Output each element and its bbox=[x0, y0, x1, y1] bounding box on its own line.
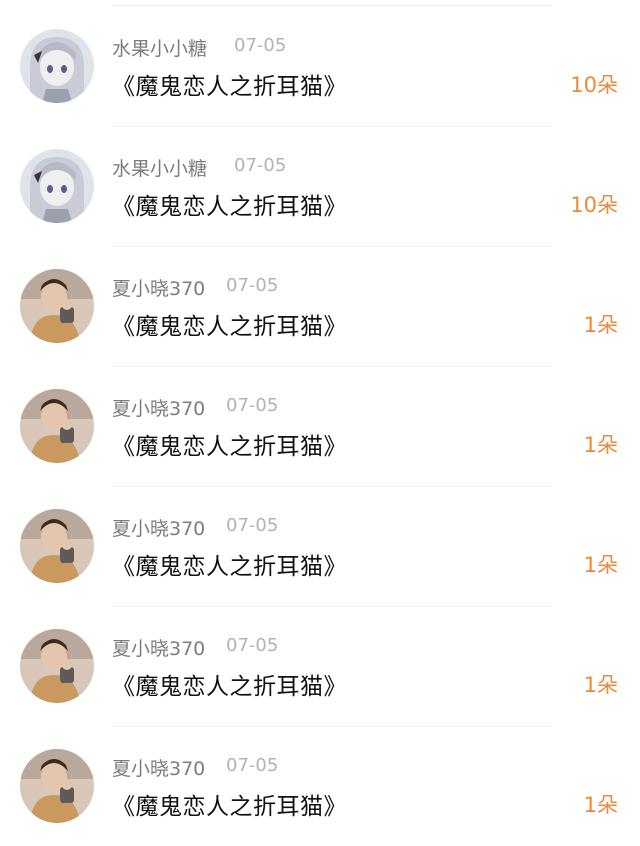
username[interactable]: 夏小晓370 bbox=[112, 634, 205, 661]
timestamp: 07-05 bbox=[226, 515, 279, 536]
timestamp: 07-05 bbox=[226, 755, 279, 776]
list-item[interactable]: 夏小晓370 07-05 《魔鬼恋人之折耳猫》 1朵 bbox=[0, 366, 640, 486]
user-avatar[interactable] bbox=[20, 629, 94, 703]
timestamp: 07-05 bbox=[234, 35, 287, 56]
list-item[interactable]: 夏小晓370 07-05 《魔鬼恋人之折耳猫》 1朵 bbox=[0, 726, 640, 846]
gift-title: 《魔鬼恋人之折耳猫》 bbox=[112, 74, 347, 100]
username[interactable]: 夏小晓370 bbox=[112, 514, 205, 541]
username[interactable]: 夏小晓370 bbox=[112, 754, 205, 781]
flower-count: 10朵 bbox=[570, 73, 618, 97]
user-avatar[interactable] bbox=[20, 749, 94, 823]
anime-girl-avatar-icon bbox=[20, 29, 94, 103]
list-item[interactable]: 水果小小糖 07-05 《魔鬼恋人之折耳猫》 10朵 bbox=[0, 6, 640, 126]
username[interactable]: 水果小小糖 bbox=[112, 34, 207, 61]
gift-title: 《魔鬼恋人之折耳猫》 bbox=[112, 554, 347, 580]
user-avatar[interactable] bbox=[20, 509, 94, 583]
user-avatar[interactable] bbox=[20, 29, 94, 103]
gift-title: 《魔鬼恋人之折耳猫》 bbox=[112, 314, 347, 340]
user-avatar[interactable] bbox=[20, 149, 94, 223]
gift-title: 《魔鬼恋人之折耳猫》 bbox=[112, 794, 347, 820]
timestamp: 07-05 bbox=[234, 155, 287, 176]
boy-photo-avatar-icon bbox=[20, 629, 94, 703]
flower-count: 1朵 bbox=[583, 313, 618, 337]
gift-title: 《魔鬼恋人之折耳猫》 bbox=[112, 674, 347, 700]
list-item[interactable]: 夏小晓370 07-05 《魔鬼恋人之折耳猫》 1朵 bbox=[0, 246, 640, 366]
flower-count: 1朵 bbox=[583, 793, 618, 817]
timestamp: 07-05 bbox=[226, 635, 279, 656]
list-item[interactable]: 夏小晓370 07-05 《魔鬼恋人之折耳猫》 1朵 bbox=[0, 486, 640, 606]
flower-count: 10朵 bbox=[570, 193, 618, 217]
user-avatar[interactable] bbox=[20, 389, 94, 463]
username[interactable]: 水果小小糖 bbox=[112, 154, 207, 181]
list-item[interactable]: 夏小晓370 07-05 《魔鬼恋人之折耳猫》 1朵 bbox=[0, 606, 640, 726]
username[interactable]: 夏小晓370 bbox=[112, 274, 205, 301]
flower-count: 1朵 bbox=[583, 673, 618, 697]
timestamp: 07-05 bbox=[226, 275, 279, 296]
flower-count: 1朵 bbox=[583, 433, 618, 457]
username[interactable]: 夏小晓370 bbox=[112, 394, 205, 421]
gift-title: 《魔鬼恋人之折耳猫》 bbox=[112, 194, 347, 220]
flower-count: 1朵 bbox=[583, 553, 618, 577]
boy-photo-avatar-icon bbox=[20, 749, 94, 823]
boy-photo-avatar-icon bbox=[20, 509, 94, 583]
gift-title: 《魔鬼恋人之折耳猫》 bbox=[112, 434, 347, 460]
boy-photo-avatar-icon bbox=[20, 269, 94, 343]
list-item[interactable]: 水果小小糖 07-05 《魔鬼恋人之折耳猫》 10朵 bbox=[0, 126, 640, 246]
user-avatar[interactable] bbox=[20, 269, 94, 343]
boy-photo-avatar-icon bbox=[20, 389, 94, 463]
anime-girl-avatar-icon bbox=[20, 149, 94, 223]
timestamp: 07-05 bbox=[226, 395, 279, 416]
